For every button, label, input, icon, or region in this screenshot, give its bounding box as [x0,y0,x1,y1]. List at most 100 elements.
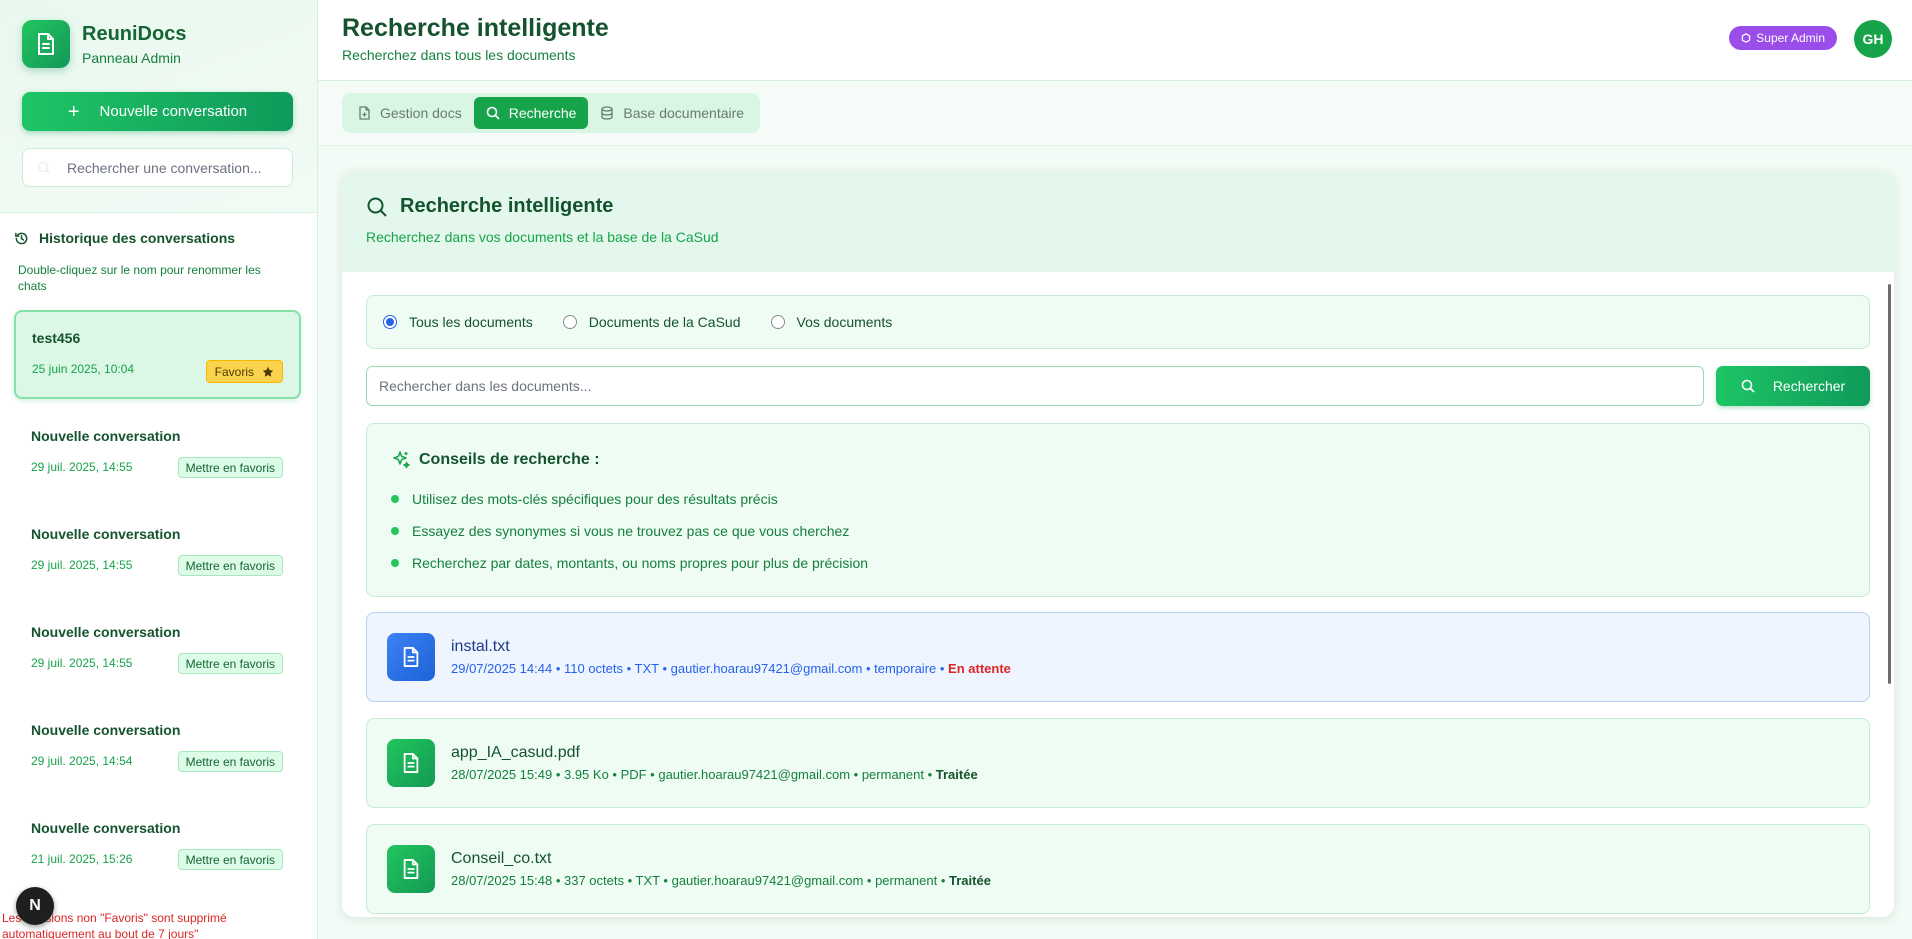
bullet-dot [391,495,399,503]
tip-item: Utilisez des mots-clés spécifiques pour … [391,491,778,507]
sidebar: ReuniDocs Panneau Admin + Nouvelle conve… [0,0,318,939]
search-card-header: Recherche intelligente Recherchez dans v… [342,171,1894,272]
tips-title: Conseils de recherche : [391,450,600,470]
brand[interactable]: ReuniDocs Panneau Admin [22,20,186,68]
search-icon [367,197,387,217]
search-card-subtitle: Recherchez dans vos documents et la base… [366,229,719,245]
document-name: app_IA_casud.pdf [451,744,580,761]
conversation-title[interactable]: Nouvelle conversation [31,722,180,738]
search-card-title-text: Recherche intelligente [400,195,614,217]
conversation-item[interactable]: test456 25 juin 2025, 10:04 Favoris [14,310,301,399]
conversation-item[interactable]: Nouvelle conversation 29 juil. 2025, 14:… [14,604,301,693]
conversation-title[interactable]: Nouvelle conversation [31,526,180,542]
dev-tools-badge[interactable]: N [16,887,54,925]
document-item[interactable]: app_IA_casud.pdf 28/07/2025 15:49 • 3.95… [366,718,1870,808]
search-card-title: Recherche intelligente [366,195,613,218]
document-name: instal.txt [451,638,510,655]
tip-item: Essayez des synonymes si vous ne trouvez… [391,523,849,539]
add-favorite-button[interactable]: Mettre en favoris [177,457,283,478]
document-meta-text: 28/07/2025 15:48 • 337 octets • TXT • ga… [451,873,950,888]
tip-text: Essayez des synonymes si vous ne trouvez… [412,523,850,539]
conversation-item[interactable]: Nouvelle conversation 29 juil. 2025, 14:… [14,506,301,595]
tab-label: Base documentaire [623,105,745,121]
scope-option-casud[interactable]: Documents de la CaSud [562,314,741,330]
conversation-item[interactable]: Nouvelle conversation 29 juil. 2025, 14:… [14,408,301,497]
new-conversation-button[interactable]: + Nouvelle conversation [22,92,293,131]
conversation-date: 29 juil. 2025, 14:55 [31,656,133,670]
history-icon [15,232,28,244]
tab-base-documentaire[interactable]: Base documentaire [588,97,756,129]
scope-label: Documents de la CaSud [588,314,741,330]
file-plus-icon [359,106,370,120]
document-meta: 28/07/2025 15:48 • 337 octets • TXT • ga… [451,873,991,888]
document-status: Traitée [935,767,978,782]
tip-text: Utilisez des mots-clés spécifiques pour … [412,491,778,507]
document-icon [387,845,435,893]
search-icon [486,106,500,120]
conversation-date: 25 juin 2025, 10:04 [32,362,135,376]
bullet-dot [391,559,399,567]
search-card: Recherche intelligente Recherchez dans v… [342,171,1894,917]
radio-unselected[interactable] [562,315,577,329]
conversation-title[interactable]: Nouvelle conversation [31,820,180,836]
radio-unselected[interactable] [770,315,785,329]
conversation-date: 29 juil. 2025, 14:55 [31,558,133,572]
add-favorite-button[interactable]: Mettre en favoris [177,751,283,772]
document-icon [387,633,435,681]
scope-option-mine[interactable]: Vos documents [770,314,893,330]
scrollbar[interactable] [1888,284,1891,684]
user-avatar[interactable]: GH [1854,20,1892,58]
history-hint: Double-cliquez sur le nom pour renommer … [18,263,261,293]
conversation-search-input[interactable] [67,159,287,176]
conversation-search[interactable] [22,148,293,187]
tab-recherche[interactable]: Recherche [473,97,589,129]
tab-gestion-docs[interactable]: Gestion docs [346,97,474,129]
tips-title-text: Conseils de recherche : [419,451,600,468]
search-button-label: Rechercher [1772,378,1846,394]
scope-option-all[interactable]: Tous les documents [383,314,533,330]
favorite-badge[interactable]: Favoris [205,360,283,383]
conversation-title[interactable]: test456 [32,330,80,346]
role-badge: Super Admin [1729,26,1837,50]
document-search-input[interactable] [366,366,1704,406]
document-item[interactable]: instal.txt 29/07/2025 14:44 • 110 octets… [366,612,1870,702]
history-title: Historique des conversations [39,230,236,246]
document-status: Traitée [949,873,991,888]
tab-label: Gestion docs [380,105,462,121]
sidebar-header: ReuniDocs Panneau Admin + Nouvelle conve… [0,0,317,213]
scope-label: Tous les documents [409,314,533,330]
document-meta: 29/07/2025 14:44 • 110 octets • TXT • ga… [451,661,1011,676]
history-header: Historique des conversations [14,230,235,246]
conversation-item[interactable]: Nouvelle conversation 29 juil. 2025, 14:… [14,702,301,791]
tab-label: Recherche [508,105,577,121]
conversation-date: 21 juil. 2025, 15:26 [31,852,133,866]
conversation-title[interactable]: Nouvelle conversation [31,624,180,640]
sparkles-icon [393,451,410,469]
bullet-dot [391,527,399,535]
brand-name: ReuniDocs [82,23,187,45]
plus-icon: + [67,100,80,123]
document-status: En attente [948,661,1011,676]
add-favorite-button[interactable]: Mettre en favoris [177,555,283,576]
conversation-date: 29 juil. 2025, 14:54 [31,754,133,768]
document-meta: 28/07/2025 15:49 • 3.95 Ko • PDF • gauti… [451,767,978,782]
document-meta-text: 29/07/2025 14:44 • 110 octets • TXT • ga… [451,661,949,676]
conversation-item[interactable]: Nouvelle conversation 21 juil. 2025, 15:… [14,800,301,889]
tip-item: Recherchez par dates, montants, ou noms … [391,555,868,571]
radio-selected[interactable] [383,315,397,329]
database-icon [601,106,614,120]
document-name: Conseil_co.txt [451,850,552,867]
brand-subtitle: Panneau Admin [82,50,181,66]
tip-text: Recherchez par dates, montants, ou noms … [412,555,869,571]
conversation-title[interactable]: Nouvelle conversation [31,428,180,444]
scope-filter: Tous les documents Documents de la CaSud… [366,295,1870,349]
document-item[interactable]: Conseil_co.txt 28/07/2025 15:48 • 337 oc… [366,824,1870,914]
tab-list: Gestion docs Recherche Base documentaire [342,93,761,133]
new-conversation-label: Nouvelle conversation [99,103,248,120]
scope-label: Vos documents [796,314,893,330]
search-button[interactable]: Rechercher [1716,366,1870,406]
add-favorite-button[interactable]: Mettre en favoris [177,849,283,870]
add-favorite-button[interactable]: Mettre en favoris [177,653,283,674]
document-icon [22,20,70,68]
favorite-label: Favoris [214,364,254,379]
